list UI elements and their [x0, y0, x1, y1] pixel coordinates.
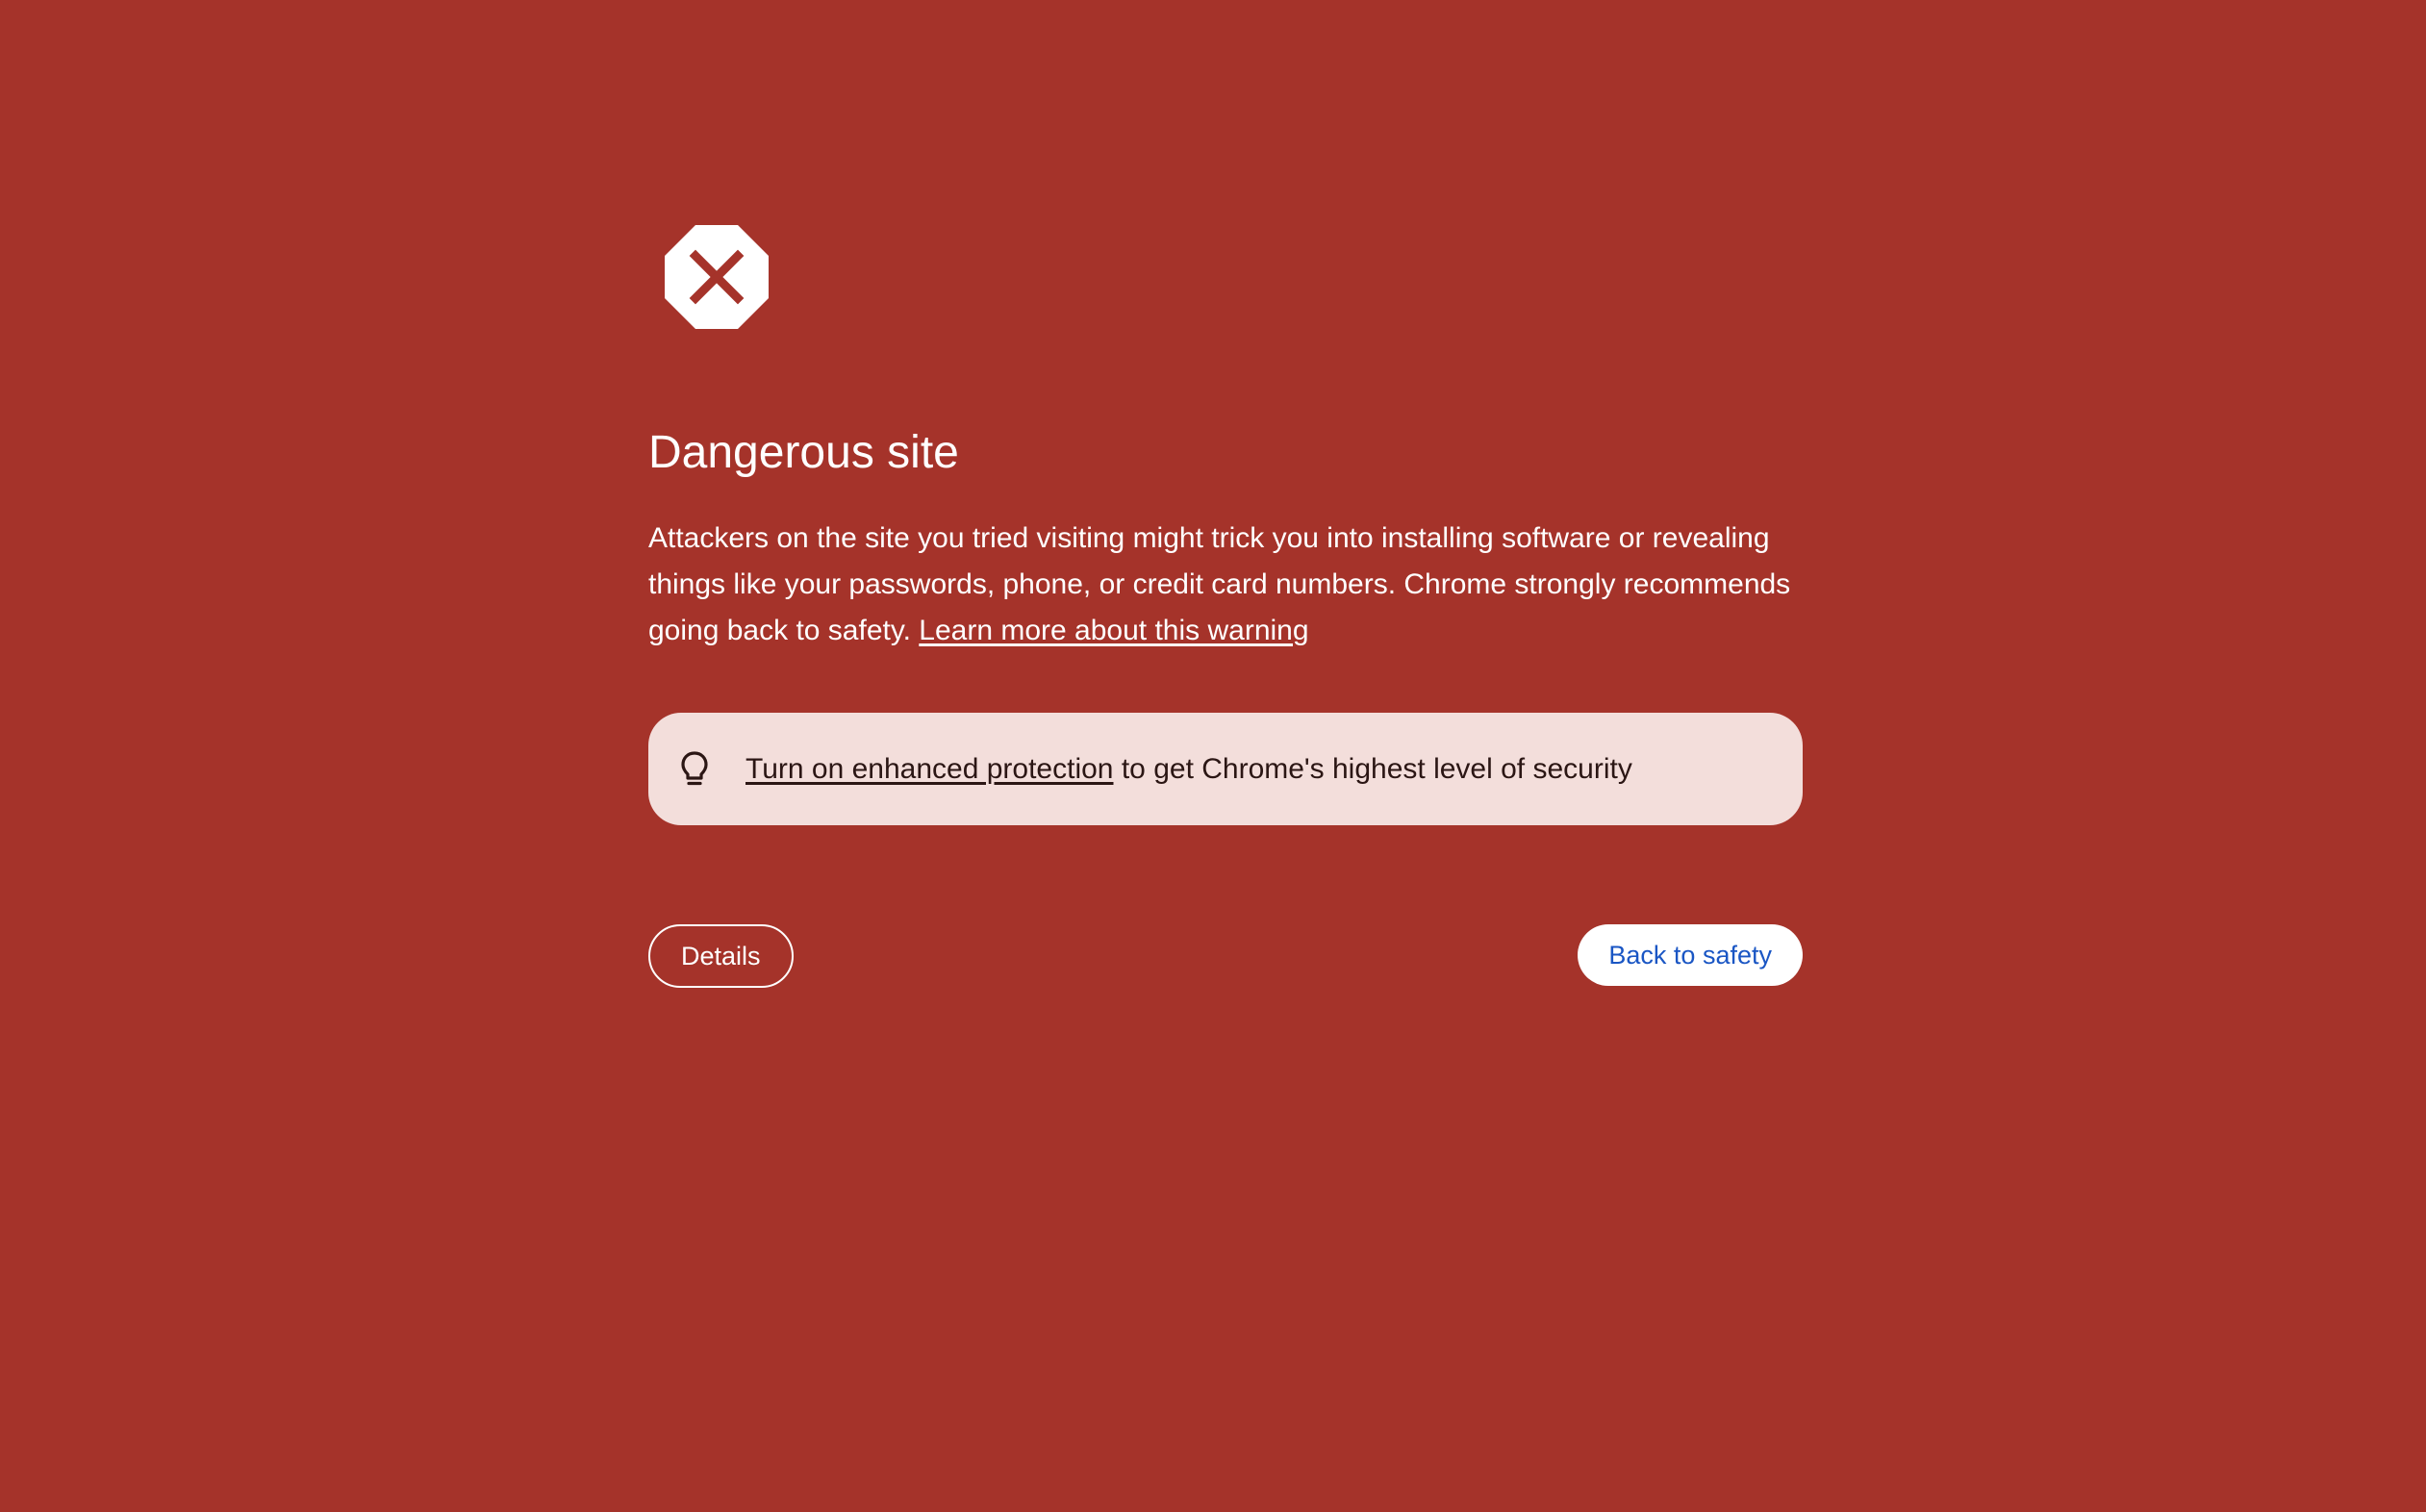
- lightbulb-icon: [681, 750, 708, 785]
- back-to-safety-button[interactable]: Back to safety: [1578, 924, 1803, 986]
- enhanced-protection-link[interactable]: Turn on enhanced protection: [745, 753, 1114, 785]
- learn-more-link[interactable]: Learn more about this warning: [919, 615, 1308, 646]
- tip-text: Turn on enhanced protection to get Chrom…: [745, 753, 1632, 786]
- tip-description: to get Chrome's highest level of securit…: [1121, 752, 1632, 785]
- details-button[interactable]: Details: [648, 924, 794, 988]
- warning-description: Attackers on the site you tried visiting…: [648, 516, 1803, 654]
- enhanced-protection-tip: Turn on enhanced protection to get Chrom…: [648, 713, 1803, 825]
- stop-x-icon: [665, 225, 769, 329]
- page-title: Dangerous site: [648, 427, 959, 478]
